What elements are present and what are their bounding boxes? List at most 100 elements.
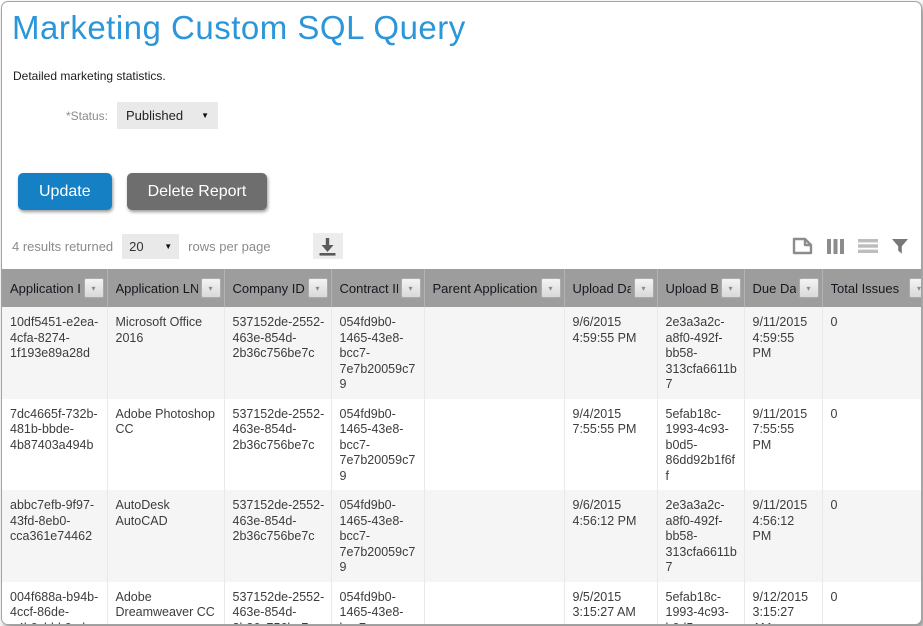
table-cell: 9/12/2015 3:15:27 AM: [744, 582, 822, 626]
chevron-down-icon: ▾: [917, 284, 921, 293]
action-buttons: Update Delete Report: [18, 173, 921, 210]
table-cell: 004f688a-b94b-4ccf-86de-e4b9cbbb9cde: [2, 582, 107, 626]
results-table: Application ID▾Application LName▾Company…: [2, 269, 921, 625]
column-header-label: Due Date: [753, 281, 796, 296]
column-header-label: Total Issues: [831, 281, 900, 296]
column-header: Contract ID▾: [331, 269, 424, 307]
column-header: Upload By ▾: [657, 269, 744, 307]
columns-icon: [826, 238, 845, 255]
chevron-down-icon: ▾: [91, 284, 95, 293]
column-header: Due Date ▾: [744, 269, 822, 307]
table-cell: 054fd9b0-1465-43e8-bcc7-7e7b20059c79: [331, 582, 424, 626]
table-cell: 10df5451-e2ea-4cfa-8274-1f193e89a28d: [2, 307, 107, 399]
column-header-label: Application LName: [116, 281, 198, 296]
status-select[interactable]: Published ▼: [117, 102, 218, 129]
column-header: Parent Application ID ▾: [424, 269, 564, 307]
column-header: Upload Date ▾: [564, 269, 657, 307]
table-cell: 9/4/2015 7:55:55 PM: [564, 399, 657, 491]
table-row: 7dc4665f-732b-481b-bbde-4b87403a494bAdob…: [2, 399, 921, 491]
table-cell: 0: [822, 582, 921, 626]
results-toolbar: 4 results returned 20 ▼ rows per page: [12, 231, 909, 261]
column-header: Total Issues ▾: [822, 269, 921, 307]
column-header-label: Parent Application ID: [433, 281, 538, 296]
chevron-down-icon: ▾: [728, 284, 732, 293]
column-header: Company ID▾: [224, 269, 331, 307]
table-cell: 054fd9b0-1465-43e8-bcc7-7e7b20059c79: [331, 490, 424, 582]
chevron-down-icon: ▾: [806, 284, 810, 293]
table-cell: 9/11/2015 4:56:12 PM: [744, 490, 822, 582]
filter-icon: [891, 238, 909, 255]
column-header-label: Upload By: [666, 281, 718, 296]
table-cell: 054fd9b0-1465-43e8-bcc7-7e7b20059c79: [331, 307, 424, 399]
column-header: Application ID ▾: [2, 269, 107, 307]
table-cell: [424, 490, 564, 582]
marketing-report-page: Marketing Custom SQL Query Detailed mark…: [1, 1, 922, 625]
table-cell: 054fd9b0-1465-43e8-bcc7-7e7b20059c79: [331, 399, 424, 491]
rows-per-page-select[interactable]: 20 ▼: [122, 234, 179, 259]
chevron-down-icon: ▾: [548, 284, 552, 293]
table-cell: 537152de-2552-463e-854d-2b36c756be7c: [224, 490, 331, 582]
table-cell: [424, 399, 564, 491]
filter-button[interactable]: [891, 238, 909, 255]
download-button[interactable]: [313, 233, 343, 259]
column-header-label: Application ID: [10, 281, 81, 296]
status-label: *Status:: [2, 109, 108, 123]
table-cell: 537152de-2552-463e-854d-2b36c756be7c: [224, 399, 331, 491]
table-row: 10df5451-e2ea-4cfa-8274-1f193e89a28dMicr…: [2, 307, 921, 399]
export-page-icon: [792, 237, 813, 255]
results-count-text: 4 results returned: [12, 239, 113, 254]
table-cell: abbc7efb-9f97-43fd-8eb0-cca361e74462: [2, 490, 107, 582]
column-menu-button[interactable]: ▾: [721, 278, 741, 298]
table-header-row: Application ID▾Application LName▾Company…: [2, 269, 921, 307]
chevron-down-icon: ▾: [208, 284, 212, 293]
table-cell: [424, 307, 564, 399]
caret-down-icon: ▼: [164, 242, 172, 251]
table-cell: 2e3a3a2c-a8f0-492f-bb58-313cfa6611b7: [657, 307, 744, 399]
table-cell: 9/11/2015 7:55:55 PM: [744, 399, 822, 491]
update-button[interactable]: Update: [18, 173, 112, 210]
table-row: 004f688a-b94b-4ccf-86de-e4b9cbbb9cdeAdob…: [2, 582, 921, 626]
export-page-button[interactable]: [792, 237, 813, 255]
results-table-wrap: Application ID▾Application LName▾Company…: [2, 269, 921, 625]
table-cell: 537152de-2552-463e-854d-2b36c756be7c: [224, 582, 331, 626]
column-menu-button[interactable]: ▾: [84, 278, 104, 298]
column-header-label: Company ID: [233, 281, 305, 296]
table-cell: 9/6/2015 4:56:12 PM: [564, 490, 657, 582]
page-title: Marketing Custom SQL Query: [12, 8, 921, 48]
caret-down-icon: ▼: [201, 111, 209, 120]
column-header-label: Contract ID: [340, 281, 398, 296]
rows-icon: [858, 238, 878, 254]
table-cell: 2e3a3a2c-a8f0-492f-bb58-313cfa6611b7: [657, 490, 744, 582]
column-menu-button[interactable]: ▾: [541, 278, 561, 298]
table-cell: 0: [822, 399, 921, 491]
download-icon: [317, 237, 338, 256]
table-cell: 5efab18c-1993-4c93-b0d5-86dd92b1f6ff: [657, 399, 744, 491]
table-cell: [424, 582, 564, 626]
column-header: Application LName ▾: [107, 269, 224, 307]
column-menu-button[interactable]: ▾: [308, 278, 328, 298]
column-menu-button[interactable]: ▾: [909, 278, 921, 298]
table-cell: Adobe Photoshop CC: [107, 399, 224, 491]
delete-report-button[interactable]: Delete Report: [127, 173, 268, 210]
columns-view-button[interactable]: [826, 238, 845, 255]
column-menu-button[interactable]: ▾: [201, 278, 221, 298]
status-form-row: *Status: Published ▼: [2, 102, 921, 129]
column-menu-button[interactable]: ▾: [401, 278, 421, 298]
table-cell: 0: [822, 307, 921, 399]
table-cell: 7dc4665f-732b-481b-bbde-4b87403a494b: [2, 399, 107, 491]
table-cell: 9/6/2015 4:59:55 PM: [564, 307, 657, 399]
rows-view-button[interactable]: [858, 238, 878, 254]
table-cell: Microsoft Office 2016: [107, 307, 224, 399]
table-row: abbc7efb-9f97-43fd-8eb0-cca361e74462Auto…: [2, 490, 921, 582]
view-tools: [792, 237, 909, 255]
column-menu-button[interactable]: ▾: [634, 278, 654, 298]
status-select-value: Published: [126, 108, 183, 123]
table-cell: 537152de-2552-463e-854d-2b36c756be7c: [224, 307, 331, 399]
column-header-label: Upload Date: [573, 281, 631, 296]
rows-per-page-value: 20: [129, 239, 143, 254]
chevron-down-icon: ▾: [641, 284, 645, 293]
column-menu-button[interactable]: ▾: [799, 278, 819, 298]
table-cell: AutoDesk AutoCAD: [107, 490, 224, 582]
table-cell: 0: [822, 490, 921, 582]
table-cell: 5efab18c-1993-4c93-b0d5-86dd92b1f6ff: [657, 582, 744, 626]
